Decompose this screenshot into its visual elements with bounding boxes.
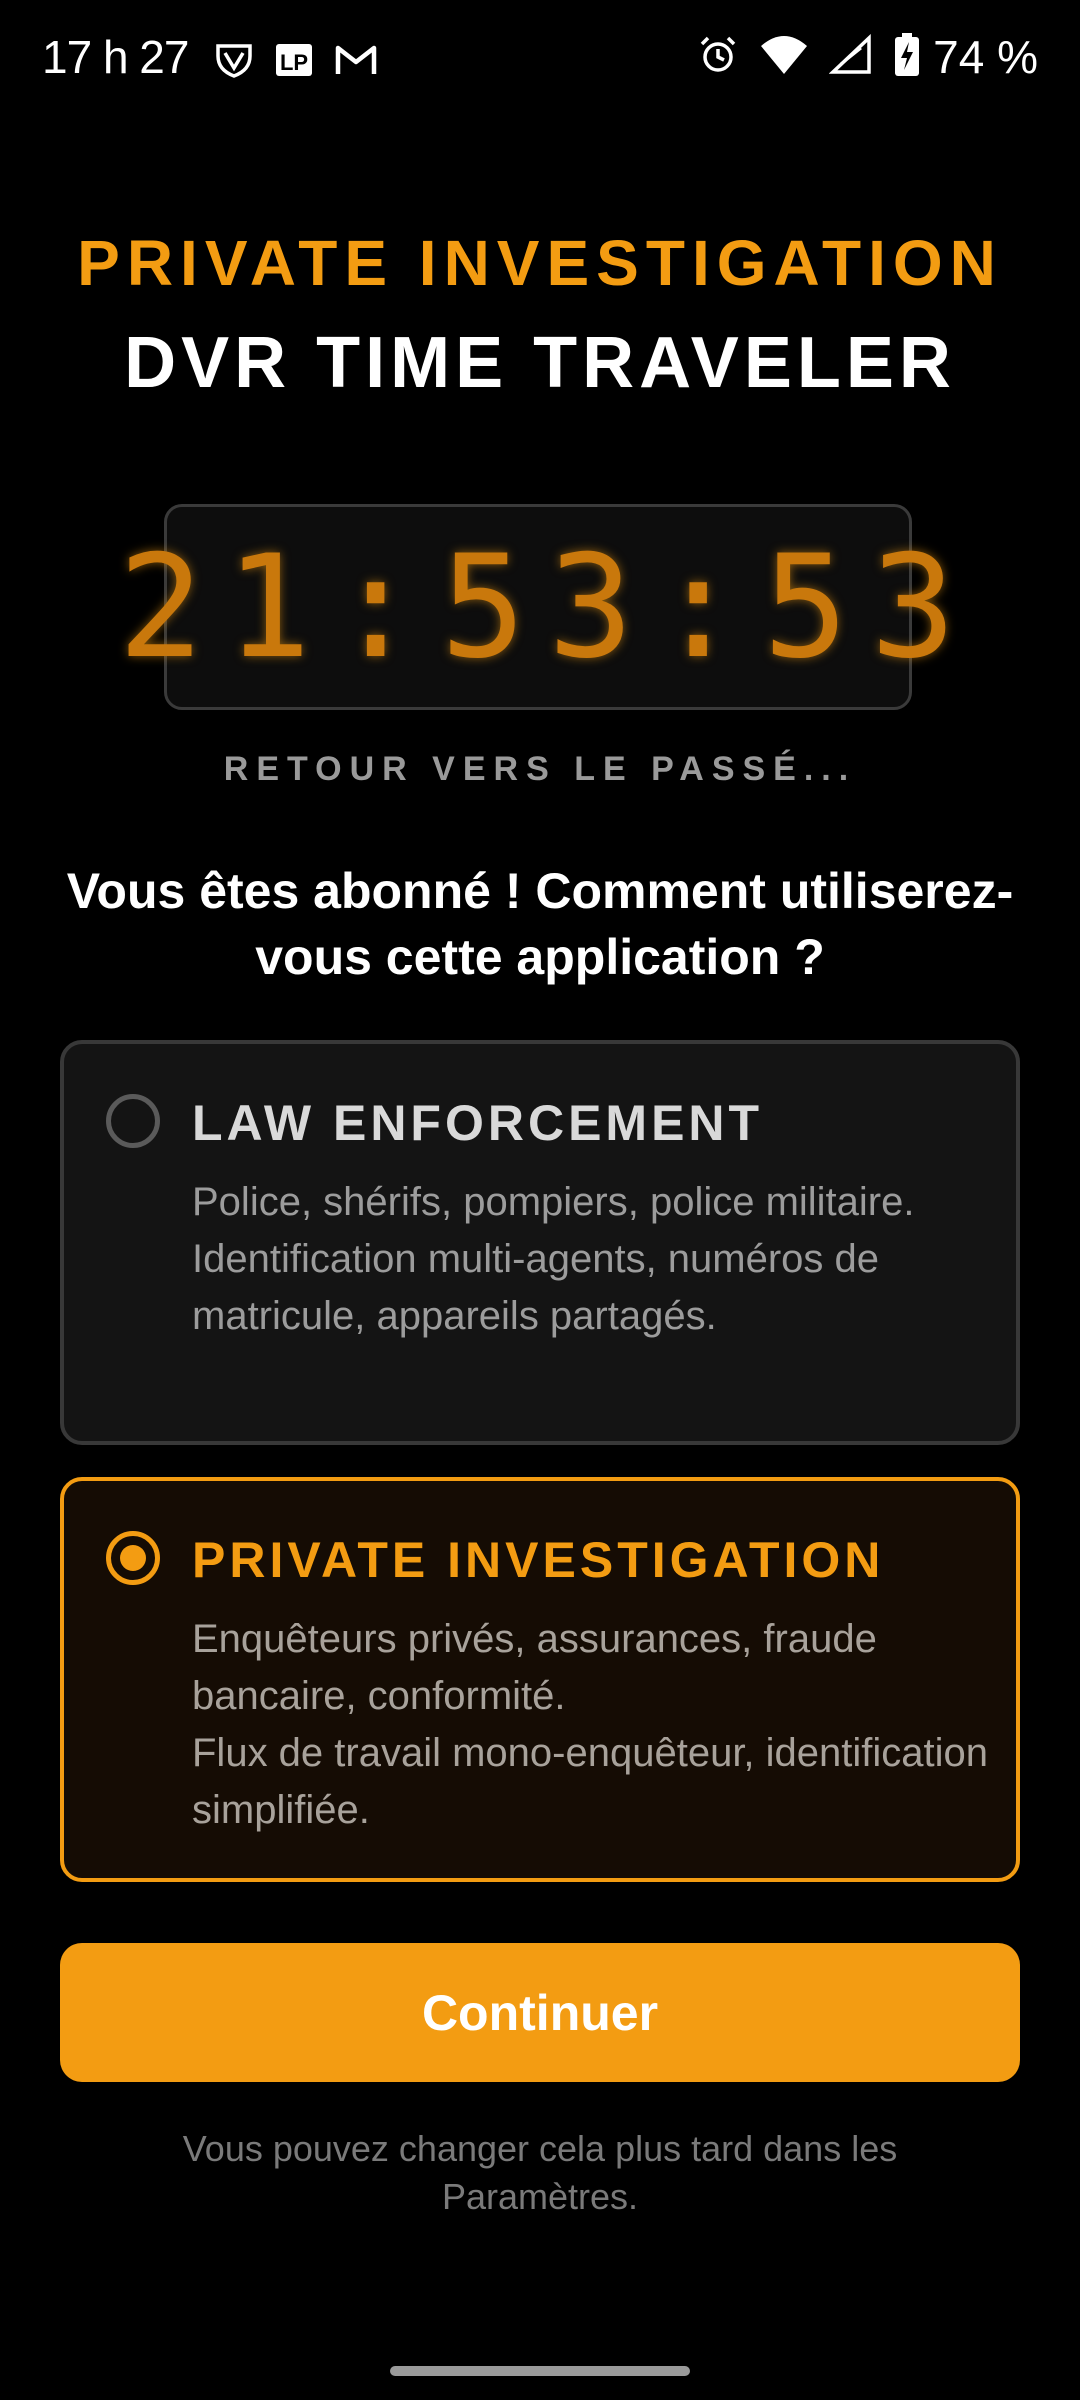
status-time: 17 h 27 (42, 31, 189, 83)
option-description-line: Police, shérifs, pompiers, police milita… (192, 1180, 915, 1224)
home-indicator[interactable] (390, 2366, 690, 2376)
option-description: Enquêteurs privés, assurances, fraude ba… (192, 1611, 992, 1839)
status-bar: 17 h 27 LP 74 % (0, 0, 1080, 124)
option-title: PRIVATE INVESTIGATION (192, 1532, 885, 1588)
footer-note: Vous pouvez changer cela plus tard dans … (182, 2128, 898, 2217)
app-subtitle: PRIVATE INVESTIGATION (77, 227, 1003, 299)
lp-app-icon: LP (274, 40, 314, 85)
option-description: Police, shérifs, pompiers, police milita… (192, 1174, 992, 1345)
clock-digits: 21:53:53 (118, 524, 978, 690)
option-title: LAW ENFORCEMENT (192, 1095, 764, 1151)
continue-button[interactable]: Continuer (60, 1943, 1020, 2082)
vpn-shield-icon (214, 40, 254, 85)
cell-signal-icon (828, 33, 873, 81)
battery-percent: 74 % (933, 31, 1038, 83)
alarm-icon (697, 34, 739, 81)
app-title: DVR TIME TRAVELER (124, 323, 956, 403)
radio-unselected[interactable] (106, 1094, 160, 1148)
status-left-icons: LP (214, 40, 378, 85)
clock-caption: RETOUR VERS LE PASSÉ... (223, 750, 857, 788)
option-law-enforcement[interactable]: LAW ENFORCEMENT Police, shérifs, pompier… (60, 1040, 1020, 1445)
digital-clock: 21:53:53 (118, 504, 956, 710)
option-description-line: Flux de travail mono-enquêteur, identifi… (192, 1731, 989, 1832)
wifi-icon (759, 34, 809, 81)
radio-selected[interactable] (106, 1531, 160, 1585)
option-description-line: Enquêteurs privés, assurances, fraude ba… (192, 1617, 877, 1718)
status-right-icons: 74 % (697, 30, 1038, 84)
svg-text:LP: LP (280, 50, 308, 75)
battery-charging-icon (893, 32, 921, 83)
usage-question: Vous êtes abonné ! Comment utiliserez-vo… (66, 863, 1014, 985)
option-description-line: Identification multi-agents, numéros de … (192, 1237, 880, 1338)
gmail-icon (334, 40, 378, 85)
option-private-investigation[interactable]: PRIVATE INVESTIGATION Enquêteurs privés,… (60, 1477, 1020, 1882)
